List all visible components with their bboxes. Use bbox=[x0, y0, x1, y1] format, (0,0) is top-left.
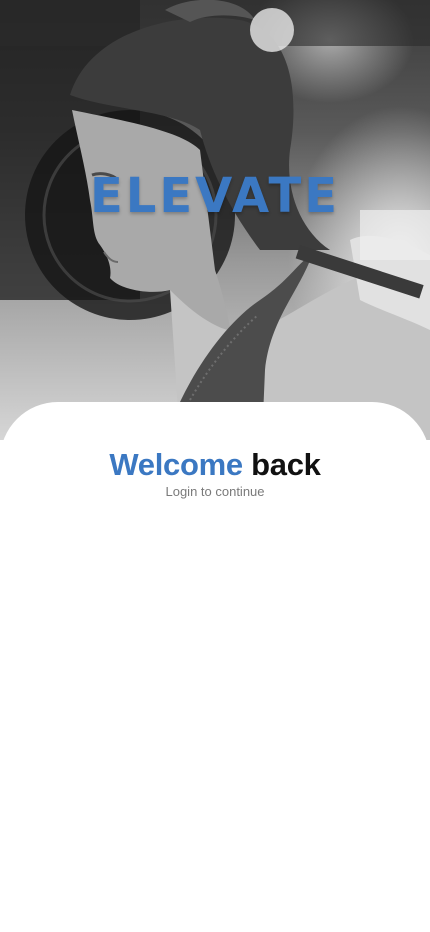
login-screen: ELEVATE Welcome back Login to continue bbox=[0, 0, 430, 932]
welcome-title-accent: Welcome bbox=[109, 447, 243, 482]
welcome-title: Welcome back bbox=[0, 446, 430, 484]
login-subtitle: Login to continue bbox=[165, 484, 265, 499]
elevate-logo: ELEVATE bbox=[89, 168, 340, 224]
welcome-title-rest: back bbox=[251, 447, 321, 482]
hero-photo: ELEVATE bbox=[0, 0, 430, 440]
